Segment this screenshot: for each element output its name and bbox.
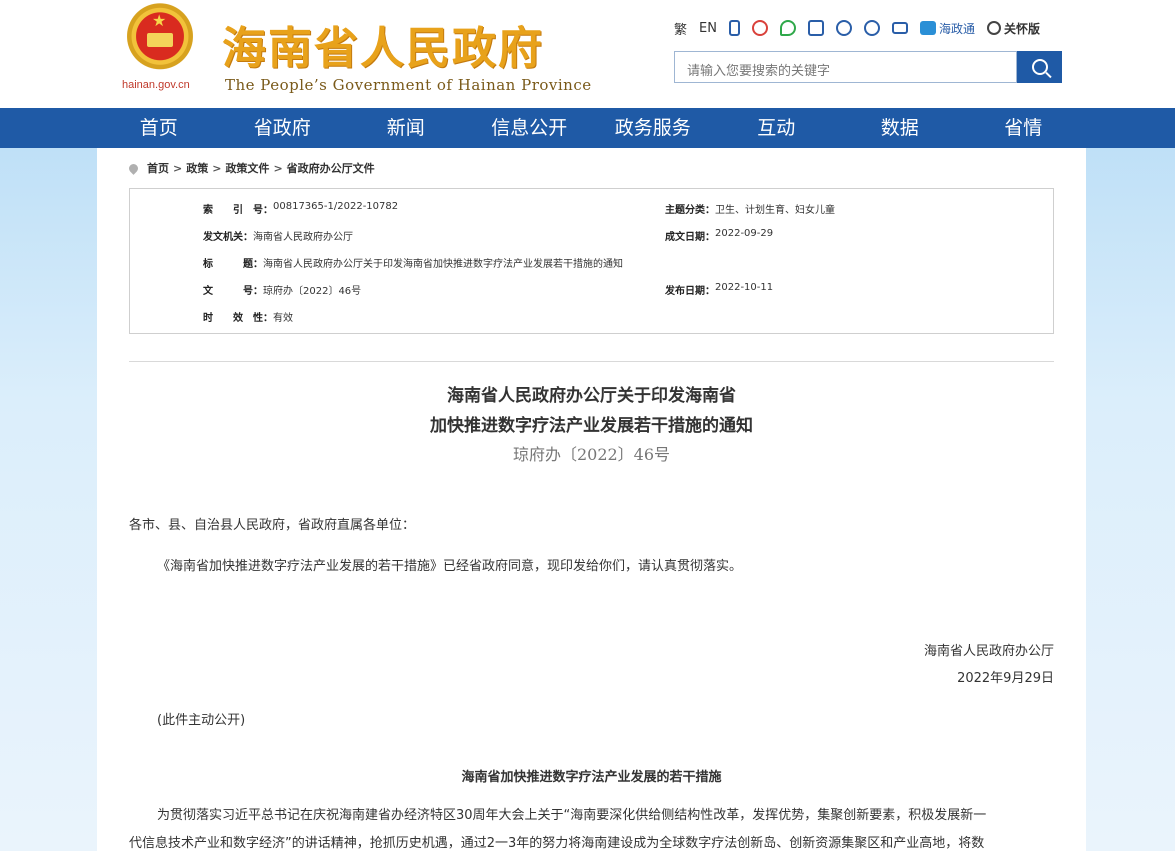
meta-validity-label: 时 效 性：	[203, 313, 273, 324]
nav-information-disclosure[interactable]: 信息公开	[468, 108, 592, 148]
wechat-icon[interactable]	[779, 18, 796, 38]
meta-docno-value: 琼府办〔2022〕46号	[263, 286, 362, 297]
robot-icon[interactable]	[807, 18, 824, 38]
document-title-line1: 海南省人民政府办公厅关于印发海南省	[447, 386, 736, 406]
nav-data[interactable]: 数据	[838, 108, 962, 148]
meta-index-row: 索 引 号： 00817365-1/2022-10782	[203, 201, 398, 216]
breadcrumb: 首页 > 政策 > 政策文件 > 省政府办公厅文件	[127, 160, 375, 176]
site-domain: hainan.gov.cn	[122, 79, 190, 91]
star-icon: ★	[152, 11, 167, 30]
body-paragraph-2-line1: 为贯彻落实习近平总书记在庆祝海南建省办经济特区30周年大会上关于“海南要深化供给…	[157, 808, 987, 823]
section-divider	[129, 361, 1054, 362]
nav-interaction[interactable]: 互动	[715, 108, 839, 148]
haizhengtong-icon	[919, 21, 936, 35]
meta-validity-value: 有效	[273, 313, 293, 324]
salutation: 各市、县、自治县人民政府，省政府直属各单位：	[129, 518, 416, 533]
sign-date: 2022年9月29日	[957, 671, 1054, 686]
haizhengtong-link[interactable]: 海政通	[919, 18, 975, 38]
header-toolbar: 繁 EN 海政通 关怀版	[674, 18, 1052, 38]
content-panel: 首页 > 政策 > 政策文件 > 省政府办公厅文件 索 引 号： 0081736…	[97, 148, 1086, 851]
meta-publish-label: 发布日期：	[665, 286, 715, 297]
document-title-line2: 加快推进数字疗法产业发展若干措施的通知	[430, 416, 753, 436]
meta-issuer-label: 发文机关：	[203, 232, 253, 243]
nav-news[interactable]: 新闻	[344, 108, 468, 148]
search-icon	[1031, 59, 1048, 75]
body-paragraph-2-line2: 代信息技术产业和数字经济”的讲话精神，抢抓历史机遇，通过2一3年的努力将海南建设…	[129, 836, 985, 851]
meta-docno-label: 文 号：	[203, 286, 263, 297]
meta-index-value: 00817365-1/2022-10782	[273, 201, 399, 212]
meta-date-value: 2022-09-29	[715, 228, 774, 239]
site-title[interactable]: 海南省人民政府	[222, 12, 544, 76]
breadcrumb-separator: >	[273, 161, 283, 175]
english-link[interactable]: EN	[699, 18, 717, 38]
breadcrumb-policy-documents[interactable]: 政策文件	[225, 160, 269, 176]
nav-government-services[interactable]: 政务服务	[591, 108, 715, 148]
meta-issuer-row: 发文机关： 海南省人民政府办公厅	[203, 228, 353, 243]
weibo-icon[interactable]	[751, 18, 768, 38]
mobile-icon[interactable]	[728, 18, 740, 38]
accessibility-icon[interactable]	[835, 18, 852, 38]
meta-validity-row: 时 效 性： 有效	[203, 309, 293, 324]
wheelchair-icon	[986, 21, 1001, 35]
site-header: ★ hainan.gov.cn 海南省人民政府 The People’s Gov…	[0, 0, 1175, 108]
meta-title-label: 标 题：	[203, 259, 263, 270]
search-input[interactable]: 请输入您要搜索的关键字	[674, 51, 1017, 83]
meta-date-row: 成文日期： 2022-09-29	[665, 228, 773, 243]
measures-section-title: 海南省加快推进数字疗法产业发展的若干措施	[461, 770, 722, 785]
nav-province-info[interactable]: 省情	[962, 108, 1086, 148]
meta-publish-value: 2022-10-11	[715, 282, 774, 293]
location-pin-icon	[127, 161, 140, 175]
signer: 海南省人民政府办公厅	[923, 644, 1054, 659]
main-nav: 首页 省政府 新闻 信息公开 政务服务 互动 数据 省情	[0, 108, 1175, 148]
breadcrumb-separator: >	[173, 161, 183, 175]
meta-title-row: 标 题： 海南省人民政府办公厅关于印发海南省加快推进数字疗法产业发展若干措施的通…	[203, 255, 623, 270]
care-version-link[interactable]: 关怀版	[986, 18, 1040, 38]
haizhengtong-label: 海政通	[938, 21, 975, 36]
meta-topic-label: 主题分类：	[665, 205, 715, 216]
breadcrumb-separator: >	[212, 161, 222, 175]
national-emblem-icon: ★	[121, 3, 199, 77]
meta-topic-value: 卫生、计划生育、妇女儿童	[715, 205, 835, 216]
breadcrumb-office-documents[interactable]: 省政府办公厅文件	[287, 160, 375, 176]
site-subtitle: The People’s Government of Hainan Provin…	[225, 76, 592, 94]
meta-index-label: 索 引 号：	[203, 205, 273, 216]
nav-provincial-government[interactable]: 省政府	[221, 108, 345, 148]
meta-topic-row: 主题分类： 卫生、计划生育、妇女儿童	[665, 201, 835, 216]
search-button[interactable]	[1017, 51, 1062, 83]
traditional-chinese-link[interactable]: 繁	[674, 18, 687, 38]
meta-issuer-value: 海南省人民政府办公厅	[253, 232, 353, 243]
care-version-label: 关怀版	[1003, 21, 1040, 36]
meta-title-value: 海南省人民政府办公厅关于印发海南省加快推进数字疗法产业发展若干措施的通知	[263, 259, 623, 270]
gate-icon	[147, 33, 173, 47]
document-number: 琼府办〔2022〕46号	[512, 445, 671, 464]
user-icon[interactable]	[863, 18, 880, 38]
nav-home[interactable]: 首页	[97, 108, 221, 148]
public-note: (此件主动公开)	[157, 713, 246, 728]
meta-publish-row: 发布日期： 2022-10-11	[665, 282, 773, 297]
document-metadata-table: 索 引 号： 00817365-1/2022-10782 主题分类： 卫生、计划…	[129, 188, 1054, 334]
body-paragraph-1: 《海南省加快推进数字疗法产业发展的若干措施》已经省政府同意，现印发给你们，请认真…	[157, 559, 743, 574]
meta-date-label: 成文日期：	[665, 232, 715, 243]
mail-icon[interactable]	[891, 18, 908, 38]
breadcrumb-policy[interactable]: 政策	[186, 160, 208, 176]
meta-docno-row: 文 号： 琼府办〔2022〕46号	[203, 282, 361, 297]
breadcrumb-home[interactable]: 首页	[147, 160, 169, 176]
